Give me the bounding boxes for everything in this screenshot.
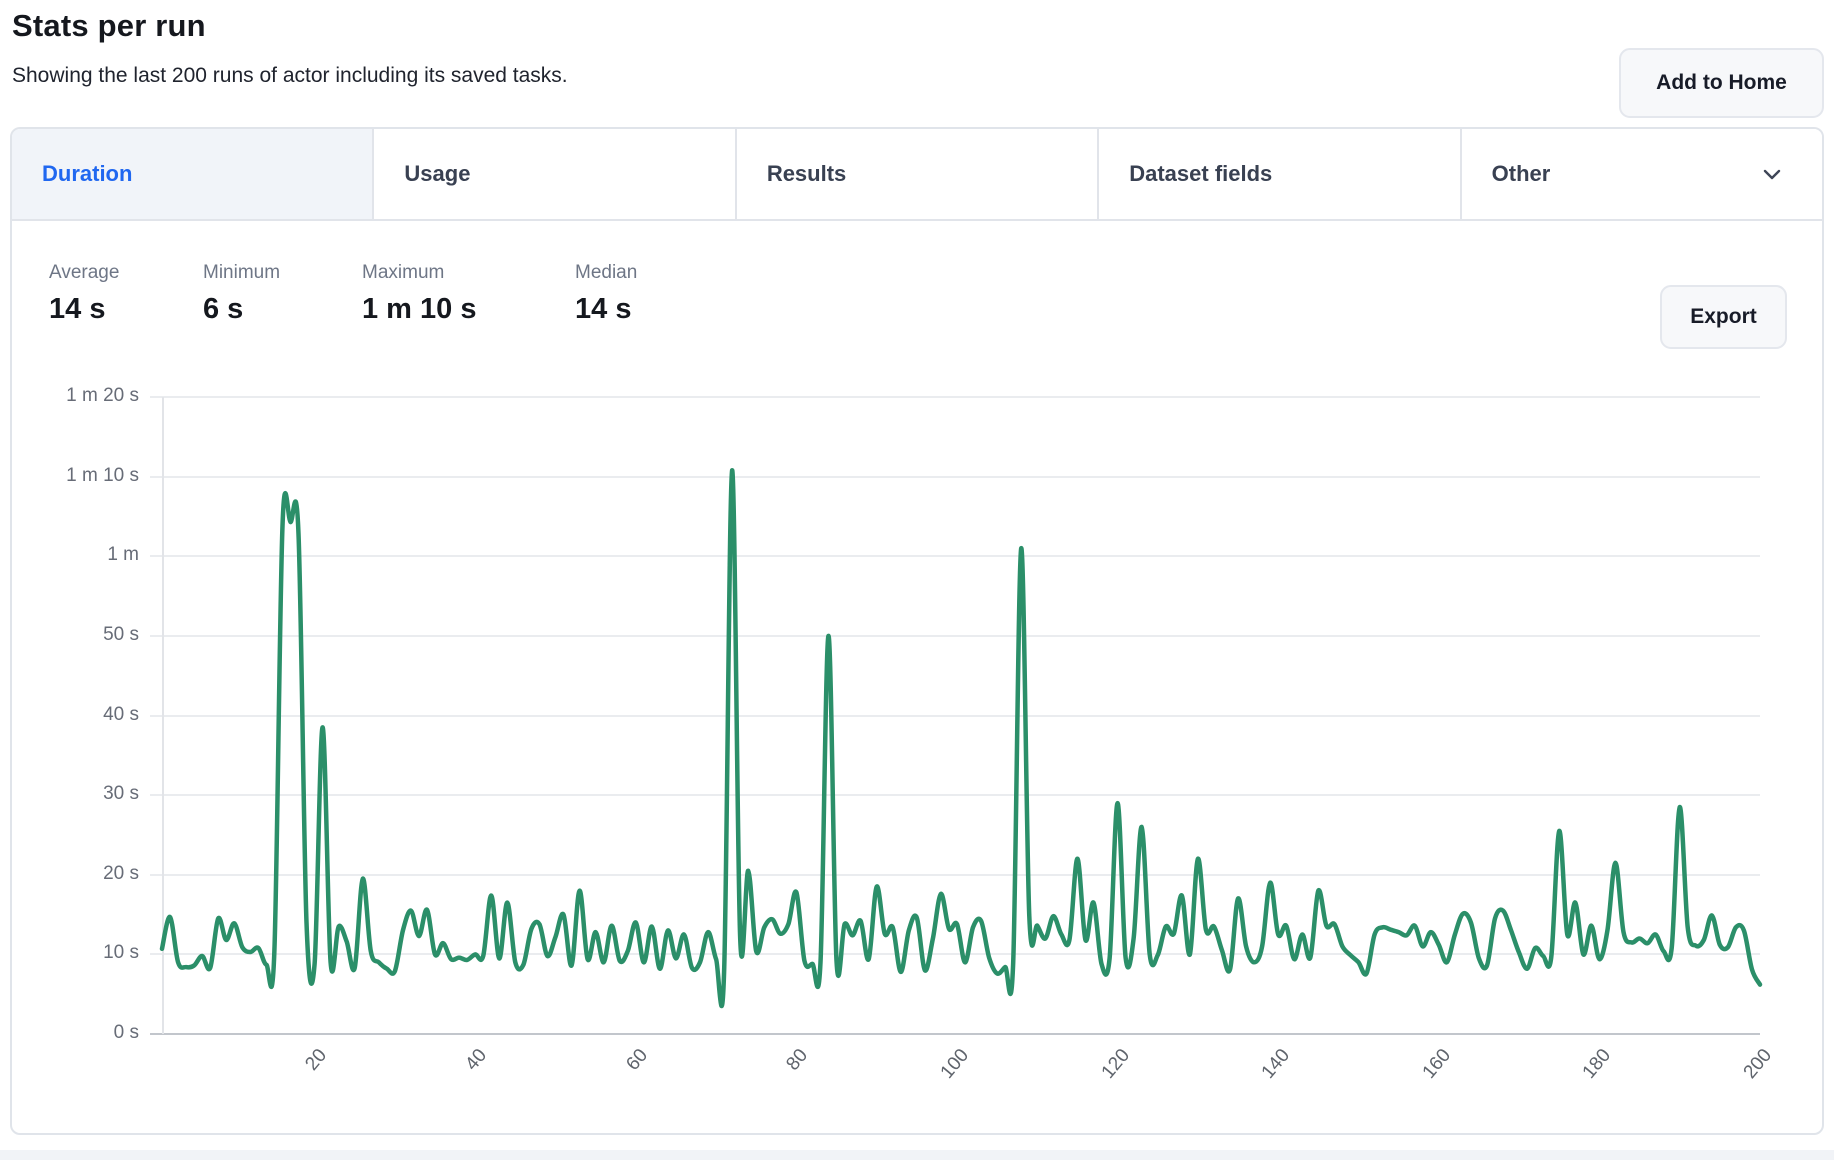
gridline [150, 715, 1760, 717]
add-to-home-button[interactable]: Add to Home [1619, 48, 1824, 118]
stat-value: 14 s [49, 293, 119, 326]
tab-label: Dataset fields [1129, 161, 1272, 187]
stat-maximum: Maximum 1 m 10 s [362, 262, 476, 326]
y-tick-label: 10 s [12, 942, 139, 964]
stat-label: Average [49, 262, 119, 284]
x-tick-label: 120 [1040, 1045, 1134, 1135]
x-tick-label: 140 [1201, 1045, 1295, 1135]
tab-label: Results [767, 161, 846, 187]
y-tick-label: 30 s [12, 783, 139, 805]
stat-label: Minimum [203, 262, 280, 284]
x-tick-label: 200 [1683, 1045, 1777, 1135]
page-subtitle: Showing the last 200 runs of actor inclu… [12, 64, 568, 88]
stat-minimum: Minimum 6 s [203, 262, 280, 326]
y-axis-line [162, 397, 164, 1034]
stats-per-run-page: Stats per run Showing the last 200 runs … [0, 0, 1834, 1160]
tab-duration[interactable]: Duration [12, 129, 374, 219]
gridline [150, 396, 1760, 398]
next-section-edge [0, 1150, 1834, 1160]
stat-value: 6 s [203, 293, 280, 326]
stat-median: Median 14 s [575, 262, 637, 326]
stats-card: DurationUsageResultsDataset fieldsOther … [10, 127, 1824, 1135]
stat-label: Maximum [362, 262, 476, 284]
gridline [150, 555, 1760, 557]
x-tick-label: 40 [398, 1045, 492, 1135]
tab-usage[interactable]: Usage [374, 129, 736, 219]
stat-average: Average 14 s [49, 262, 119, 326]
y-tick-label: 1 m 20 s [12, 385, 139, 407]
duration-series-line [162, 470, 1760, 1006]
x-tick-label: 100 [880, 1045, 974, 1135]
gridline [150, 476, 1760, 478]
tab-label: Other [1492, 161, 1551, 187]
y-tick-label: 1 m [12, 544, 139, 566]
stat-label: Median [575, 262, 637, 284]
y-tick-label: 1 m 10 s [12, 465, 139, 487]
tab-dataset-fields[interactable]: Dataset fields [1099, 129, 1461, 219]
add-to-home-button-label: Add to Home [1656, 71, 1787, 95]
x-axis-baseline [150, 1033, 1760, 1035]
gridline [150, 794, 1760, 796]
duration-line-chart[interactable] [12, 129, 1824, 1135]
y-tick-label: 40 s [12, 704, 139, 726]
x-tick-label: 80 [719, 1045, 813, 1135]
tab-label: Duration [42, 161, 132, 187]
export-button[interactable]: Export [1660, 285, 1787, 349]
x-tick-label: 20 [237, 1045, 331, 1135]
gridline [150, 635, 1760, 637]
y-tick-label: 0 s [12, 1022, 139, 1044]
tab-other[interactable]: Other [1462, 129, 1822, 219]
page-title: Stats per run [12, 8, 206, 44]
x-tick-label: 180 [1522, 1045, 1616, 1135]
export-button-label: Export [1690, 305, 1757, 329]
tab-label: Usage [404, 161, 470, 187]
x-tick-label: 160 [1362, 1045, 1456, 1135]
stats-tab-bar: Duration Usage Results Dataset fields Other [12, 129, 1822, 221]
gridline [150, 953, 1760, 955]
stat-value: 14 s [575, 293, 637, 326]
stat-value: 1 m 10 s [362, 293, 476, 326]
y-tick-label: 50 s [12, 624, 139, 646]
chevron-down-icon [1758, 160, 1786, 188]
y-tick-label: 20 s [12, 863, 139, 885]
x-tick-label: 60 [559, 1045, 653, 1135]
gridline [150, 874, 1760, 876]
tab-results[interactable]: Results [737, 129, 1099, 219]
